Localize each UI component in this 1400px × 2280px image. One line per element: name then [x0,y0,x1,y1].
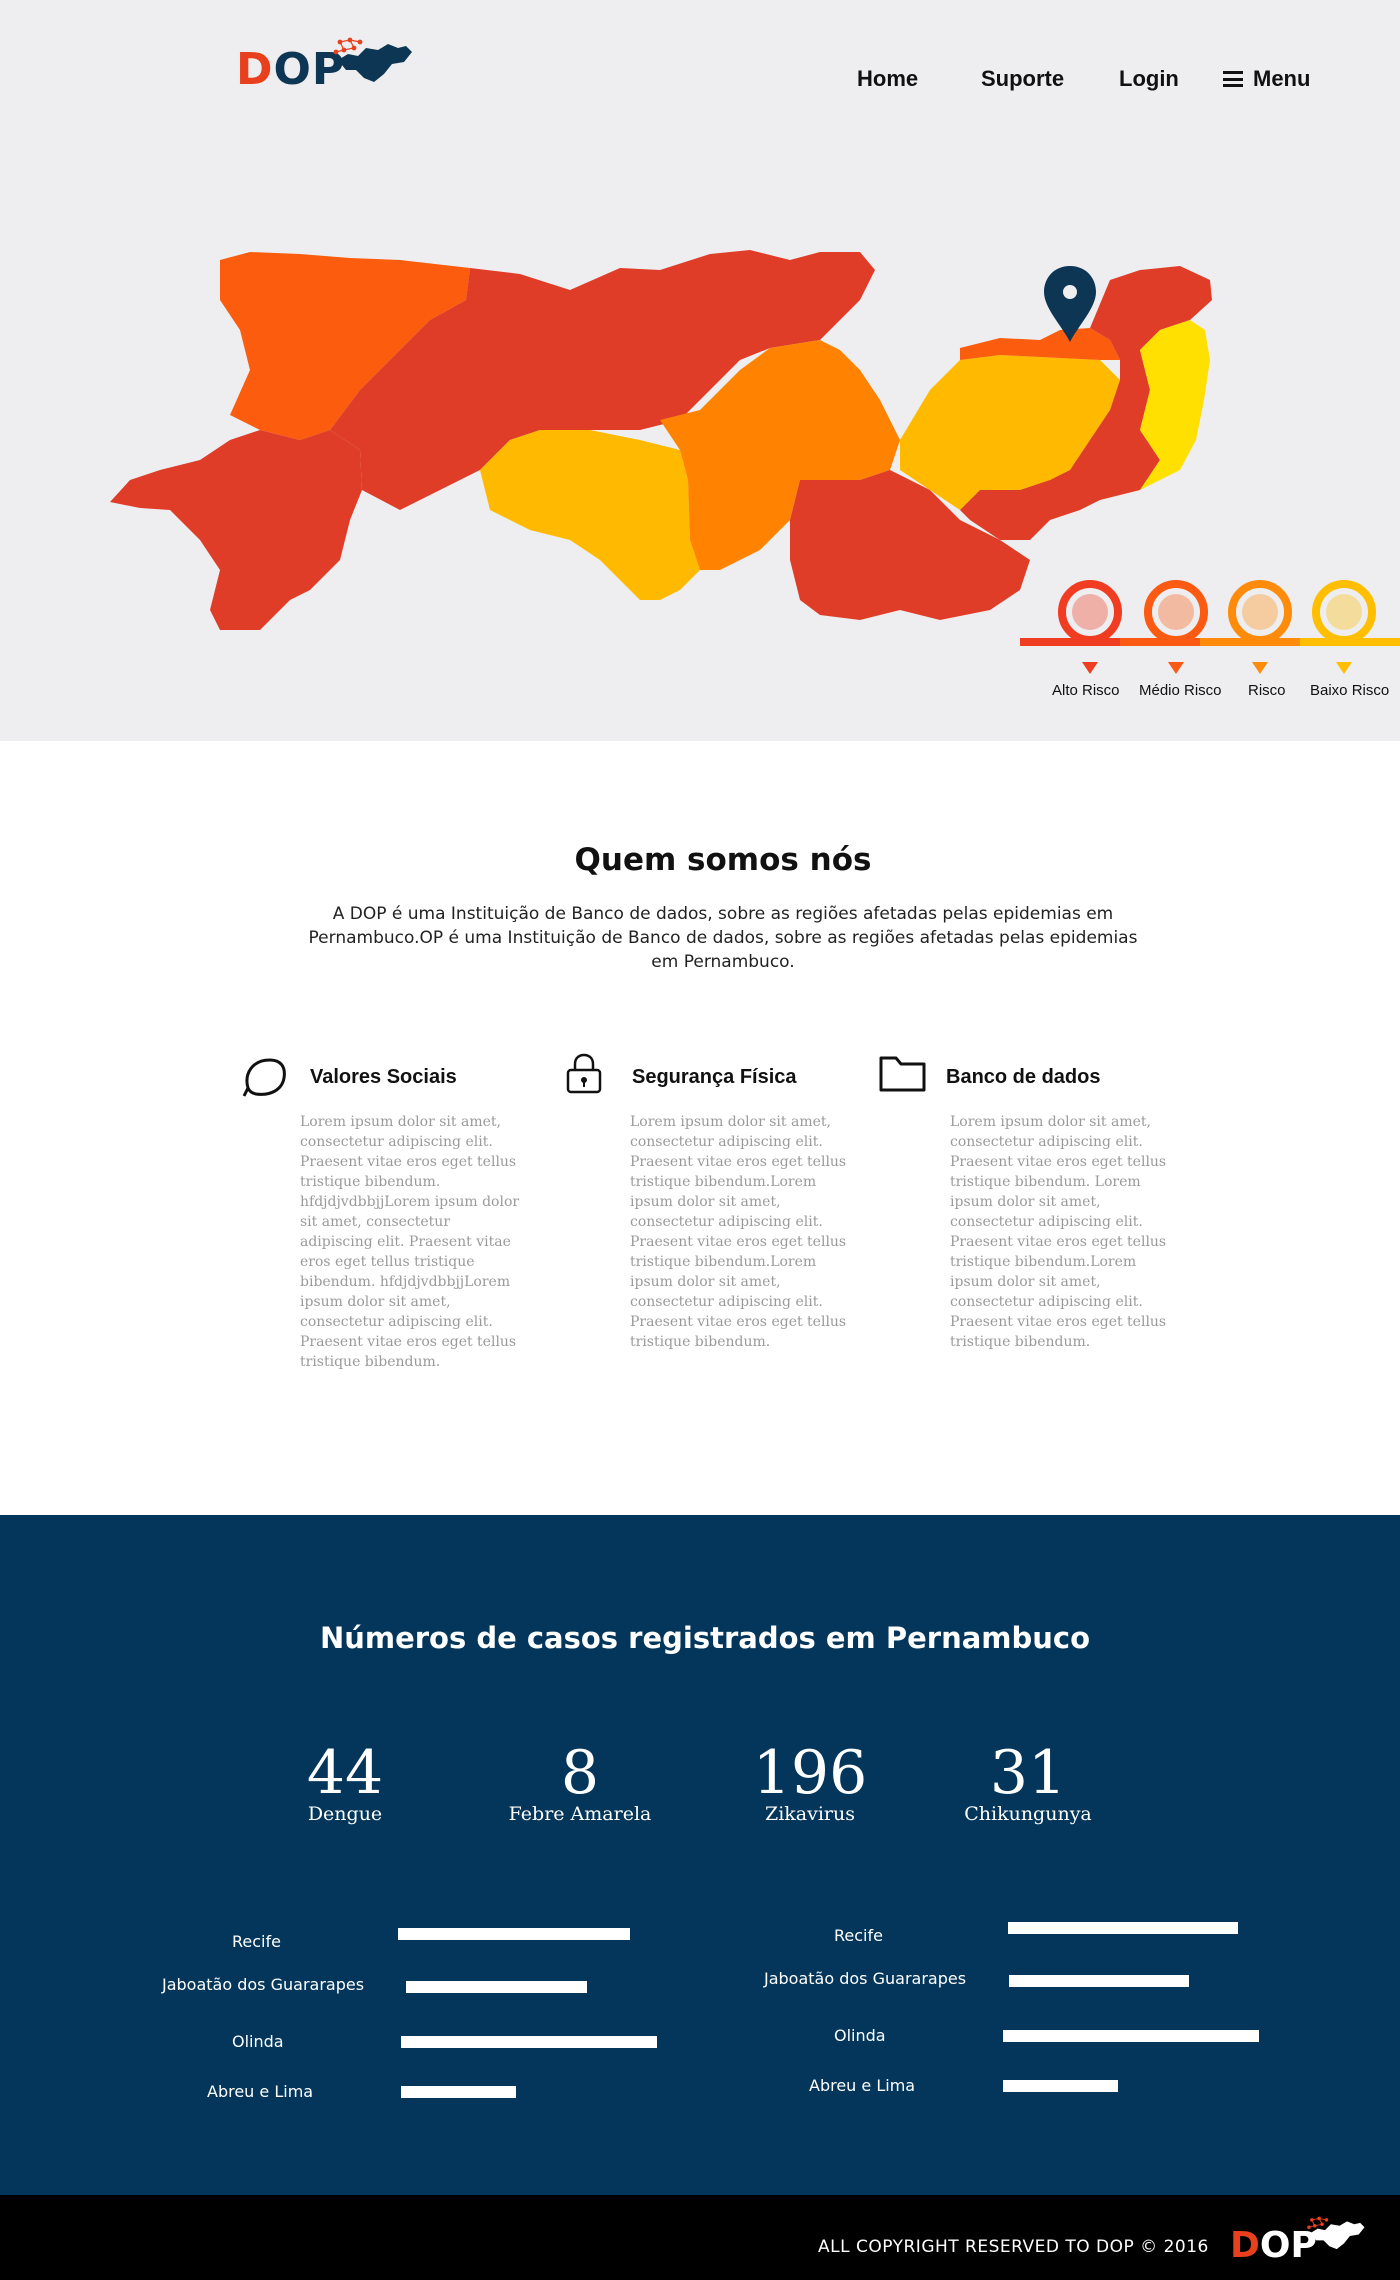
legend-ring-baixo [1312,580,1376,644]
counter-chikungunya: 31 Chikungunya [928,1743,1128,1825]
legend-marker-alto [1082,662,1098,674]
bar-abreu-e-lima [401,2086,516,2098]
footer-copyright: ALL COPYRIGHT RESERVED TO DOP © 2016 [818,2237,1209,2257]
lock-icon [566,1053,602,1094]
bar-label-abreu-e-lima: Abreu e Lima [207,2082,314,2101]
footer-logo-text-d: D [1230,2225,1260,2266]
legend-marker-medio [1168,662,1184,674]
feature-body: Lorem ipsum dolor sit amet, consectetur … [950,1114,1167,1350]
main-nav: Home Suporte Login Menu [0,66,1400,106]
bar-label-recife: Recife [834,1926,883,1945]
counter-label: Chikungunya [964,1803,1092,1825]
bar-label-jaboatao: Jaboatão dos Guararapes [764,1969,967,1988]
footer-logo-map-icon [1307,2216,1365,2250]
counter-value: 31 [989,1738,1067,1808]
legend-label-medio: Médio Risco [1139,682,1222,699]
counter-value: 8 [560,1738,600,1808]
counter-value: 196 [752,1738,868,1808]
counter-zikavirus: 196 Zikavirus [710,1743,910,1825]
legend-label-alto: Alto Risco [1052,682,1120,699]
bar-recife [398,1928,630,1940]
feature-body: Lorem ipsum dolor sit amet, consectetur … [300,1114,520,1370]
legend-label-risco: Risco [1248,682,1286,699]
nav-suporte-link[interactable]: Suporte [981,66,1064,92]
feature-title: Segurança Física [632,1066,797,1088]
map-region-middle-yellow [480,430,700,600]
feature-title: Banco de dados [946,1066,1101,1088]
nav-login-link[interactable]: Login [1119,66,1179,92]
legend-marker-baixo [1336,662,1352,674]
counter-dengue: 44 Dengue [245,1743,445,1825]
folder-icon [879,1056,926,1092]
bar-label-jaboatao: Jaboatão dos Guararapes [162,1975,365,1994]
footer: ALL COPYRIGHT RESERVED TO DOP © 2016 DOP [0,2195,1400,2280]
feature-body: Lorem ipsum dolor sit amet, consectetur … [630,1114,847,1350]
hamburger-icon [1223,71,1243,87]
stats-section: Números de casos registrados em Pernambu… [0,1515,1400,2195]
counter-label: Dengue [307,1803,383,1825]
bar-jaboatao [406,1981,587,1993]
about-title: Quem somos nós [574,842,872,878]
legend-label-baixo: Baixo Risco [1310,682,1390,699]
leaf-icon [242,1058,286,1097]
bar-label-recife: Recife [232,1932,281,1951]
map-region-northeast-orange [960,328,1120,360]
counter-label: Zikavirus [765,1803,855,1825]
bar-jaboatao [1009,1975,1189,1987]
counter-febre-amarela: 8 Febre Amarela [480,1743,680,1825]
nav-home-link[interactable]: Home [857,66,918,92]
hero-section: DOP Home Suporte Login Menu Alto Risco M… [0,0,1400,741]
stats-title: Números de casos registrados em Pernambu… [319,1621,1091,1655]
feature-title: Valores Sociais [310,1066,457,1088]
bar-label-olinda: Olinda [232,2032,284,2051]
bar-olinda [1003,2030,1259,2042]
bar-olinda [401,2036,657,2048]
bar-abreu-e-lima [1003,2080,1118,2092]
nav-menu-button[interactable]: Menu [1223,66,1310,92]
footer-logo-text: DOP [1230,2225,1317,2266]
map-region-west-red [110,430,362,630]
legend-marker-risco [1252,662,1268,674]
legend-ring-risco [1228,580,1292,644]
legend-ring-medio [1144,580,1208,644]
nav-menu-label: Menu [1253,66,1311,91]
counter-value: 44 [306,1738,384,1808]
footer-logo[interactable]: DOP [1230,2207,1370,2271]
bar-recife [1008,1922,1238,1934]
bar-label-abreu-e-lima: Abreu e Lima [809,2076,916,2095]
risk-legend: Alto Risco Médio Risco Risco Baixo Risco [1020,570,1400,710]
legend-ring-alto [1058,580,1122,644]
about-text: A DOP é uma Instituição de Banco de dado… [308,904,1138,972]
bar-label-olinda: Olinda [834,2026,886,2045]
counter-label: Febre Amarela [508,1803,652,1825]
